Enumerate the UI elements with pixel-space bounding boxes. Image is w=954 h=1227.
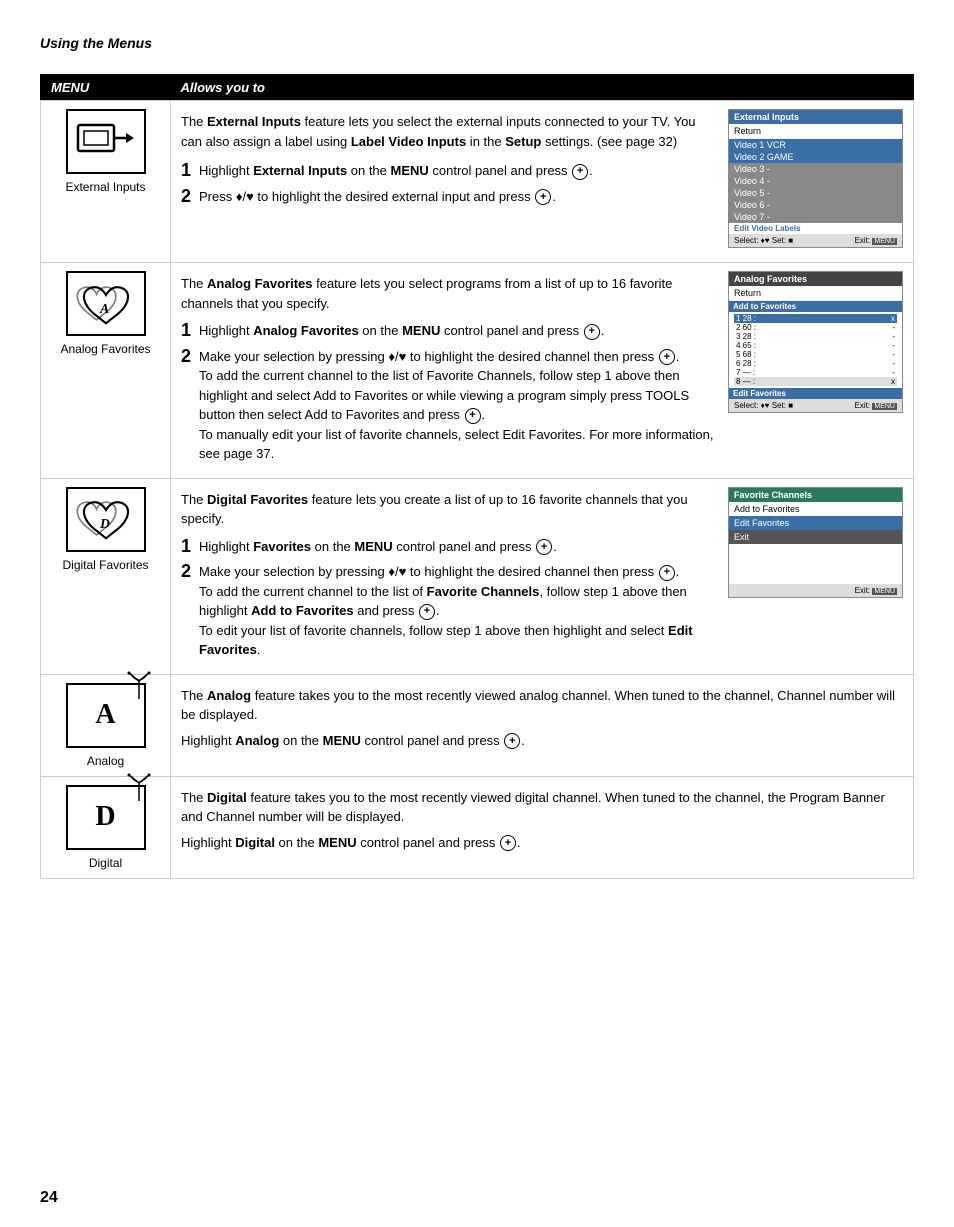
digital-icon: D: [66, 785, 146, 850]
table-row: External Inputs The External Inputs feat…: [41, 101, 914, 263]
analog-intro: The Analog feature takes you to the most…: [181, 686, 903, 725]
external-inputs-icon: [66, 109, 146, 174]
screenshot-dfav-exit: Exit: [729, 530, 902, 544]
analog-favorites-label: Analog Favorites: [51, 342, 160, 356]
screenshot-afav-return: Return: [729, 286, 902, 301]
external-inputs-screenshot: External Inputs Return Video 1 VCR Video…: [728, 109, 903, 254]
digital-favorites-content: The Digital Favorites feature lets you c…: [171, 478, 914, 674]
digital-fav-step2-num: 2: [181, 562, 191, 580]
analog-label: Analog: [51, 754, 160, 768]
screenshot-ext-item-6: Video 6 -: [729, 199, 902, 211]
analog-fav-step2-num: 2: [181, 347, 191, 365]
screenshot-ext-title: External Inputs: [729, 110, 902, 124]
screenshot-dfav-title: Favorite Channels: [729, 488, 902, 502]
analog-favorites-content: The Analog Favorites feature lets you se…: [171, 263, 914, 479]
analog-icon: A: [66, 683, 146, 748]
screenshot-dfav-footer: Exit: MENU: [729, 584, 902, 597]
step-2-num: 2: [181, 187, 191, 205]
digital-fav-step1-num: 1: [181, 537, 191, 555]
digital-antenna-icon: [124, 773, 154, 803]
screenshot-afav-add: Add to Favorites: [729, 301, 902, 312]
analog-fav-step1-text: Highlight Analog Favorites on the MENU c…: [199, 321, 718, 341]
step-1-num: 1: [181, 161, 191, 179]
table-row: D Digital Favorites The Digital Favorite…: [41, 478, 914, 674]
analog-instruction: Highlight Analog on the MENU control pan…: [181, 731, 903, 751]
col-allows-header: Allows you to: [171, 75, 914, 101]
screenshot-ext-return: Return: [729, 124, 902, 139]
digital-instruction: Highlight Digital on the MENU control pa…: [181, 833, 903, 853]
table-row: D Digital The Digital feature takes you …: [41, 776, 914, 878]
fav-row-7: 7 — :-: [734, 368, 897, 377]
svg-text:D: D: [99, 516, 110, 531]
screenshot-ext-item-5: Video 5 -: [729, 187, 902, 199]
digital-intro: The Digital feature takes you to the mos…: [181, 788, 903, 827]
external-inputs-content: The External Inputs feature lets you sel…: [171, 101, 914, 263]
digital-favorites-menu-cell: D Digital Favorites: [41, 478, 171, 674]
analog-fav-intro: The Analog Favorites feature lets you se…: [181, 274, 718, 313]
external-inputs-intro: The External Inputs feature lets you sel…: [181, 112, 718, 151]
analog-favorites-icon: A: [66, 271, 146, 336]
table-row: A Analog The Analog feature takes you to…: [41, 674, 914, 776]
digital-content: The Digital feature takes you to the mos…: [171, 776, 914, 878]
digital-favorites-label: Digital Favorites: [51, 558, 160, 572]
screenshot-afav-title: Analog Favorites: [729, 272, 902, 286]
digital-fav-step2-text: Make your selection by pressing ♦/♥ to h…: [199, 562, 718, 660]
fav-row-4: 4 65 :-: [734, 341, 897, 350]
digital-favorites-icon: D: [66, 487, 146, 552]
svg-text:A: A: [99, 301, 109, 316]
page-number: 24: [40, 1189, 58, 1207]
screenshot-dfav-add: Add to Favorites: [729, 502, 902, 516]
fav-row-2: 2 60 :-: [734, 323, 897, 332]
screenshot-ext-item-1: Video 1 VCR: [729, 139, 902, 151]
digital-fav-intro: The Digital Favorites feature lets you c…: [181, 490, 718, 529]
screenshot-ext-item-3: Video 3 -: [729, 163, 902, 175]
external-inputs-label: External Inputs: [51, 180, 160, 194]
analog-favorites-menu-cell: A Analog Favorites: [41, 263, 171, 479]
screenshot-afav-edit: Edit Favorites: [729, 388, 902, 399]
digital-fav-step1-text: Highlight Favorites on the MENU control …: [199, 537, 718, 557]
analog-fav-step2-text: Make your selection by pressing ♦/♥ to h…: [199, 347, 718, 464]
table-row: A Analog Favorites The Analog Favorites …: [41, 263, 914, 479]
analog-fav-step1-num: 1: [181, 321, 191, 339]
screenshot-ext-item-2: Video 2 GAME: [729, 151, 902, 163]
screenshot-ext-edit: Edit Video Labels: [729, 223, 902, 234]
digital-label: Digital: [51, 856, 160, 870]
col-menu-header: MENU: [41, 75, 171, 101]
main-table: MENU Allows you to External Inputs: [40, 74, 914, 879]
screenshot-ext-item-4: Video 4 -: [729, 175, 902, 187]
fav-row-5: 5 68 :-: [734, 350, 897, 359]
fav-row-1: 1 28 :x: [734, 314, 897, 323]
screenshot-afav-footer: Select: ♦♥ Set: ■ Exit: MENU: [729, 399, 902, 412]
fav-row-3: 3 28 :-: [734, 332, 897, 341]
analog-content: The Analog feature takes you to the most…: [171, 674, 914, 776]
fav-row-6: 6 28 :-: [734, 359, 897, 368]
analog-menu-cell: A Analog: [41, 674, 171, 776]
step-1-text: Highlight External Inputs on the MENU co…: [199, 161, 718, 181]
screenshot-ext-item-7: Video 7 -: [729, 211, 902, 223]
analog-fav-screenshot: Analog Favorites Return Add to Favorites…: [728, 271, 903, 470]
external-inputs-menu-cell: External Inputs: [41, 101, 171, 263]
page-header: Using the Menus: [40, 33, 914, 54]
step-2-text: Press ♦/♥ to highlight the desired exter…: [199, 187, 718, 207]
digital-menu-cell: D Digital: [41, 776, 171, 878]
screenshot-dfav-edit: Edit Favorites: [729, 516, 902, 530]
antenna-icon: [124, 671, 154, 701]
digital-fav-screenshot: Favorite Channels Add to Favorites Edit …: [728, 487, 903, 666]
fav-row-8: 8 — :x: [734, 377, 897, 386]
screenshot-ext-footer: Select: ♦♥ Set: ■ Exit: MENU: [729, 234, 902, 247]
